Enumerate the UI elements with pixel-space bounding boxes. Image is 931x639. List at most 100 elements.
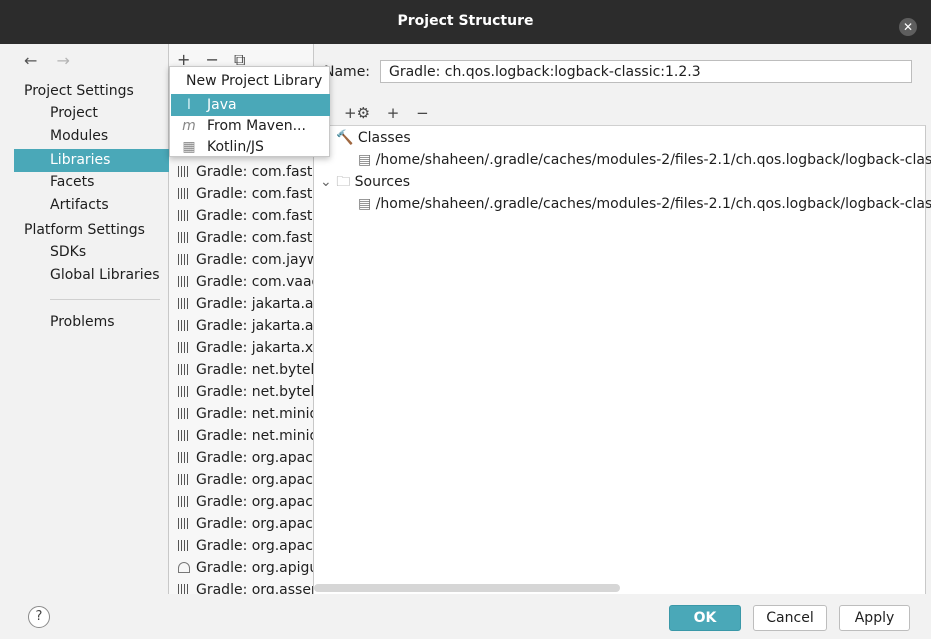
tree-node-label: Sources <box>354 174 411 190</box>
library-label: Gradle: net.minid <box>196 428 314 444</box>
popup-item-kotlin-js[interactable]: ▦ Kotlin/JS <box>171 136 330 158</box>
library-list-item[interactable]: Gradle: jakarta.ar <box>169 315 314 337</box>
library-icon <box>178 298 190 309</box>
library-icon <box>178 518 190 529</box>
library-label: Gradle: net.byteb <box>196 362 314 378</box>
library-list-item[interactable]: Gradle: org.apach <box>169 513 313 535</box>
tree-leaf-label: /home/shaheen/.gradle/caches/modules-2/f… <box>375 152 931 168</box>
forward-arrow-icon[interactable]: → <box>57 51 70 70</box>
ok-button[interactable]: OK <box>669 605 741 631</box>
close-button[interactable]: ✕ <box>899 18 917 36</box>
new-library-popup: New Project Library Ⅰ Java m From Maven...… <box>169 66 330 157</box>
library-label: Gradle: com.vaad <box>196 274 314 290</box>
library-list-item[interactable]: Gradle: com.faste <box>169 227 314 249</box>
library-icon <box>178 562 190 573</box>
window-title: Project Structure <box>397 13 534 29</box>
library-label: Gradle: com.faste <box>196 230 314 246</box>
library-label: Gradle: net.byteb <box>196 384 314 400</box>
horizontal-scrollbar[interactable] <box>314 584 620 592</box>
library-list-item[interactable]: Gradle: com.faste <box>169 161 314 183</box>
add-root-icon[interactable]: + <box>387 104 400 122</box>
library-list-item[interactable]: Gradle: org.apach <box>169 469 313 491</box>
popup-title: New Project Library <box>186 73 323 89</box>
sidebar-item-sdks[interactable]: SDKs <box>14 241 169 264</box>
sidebar-item-modules[interactable]: Modules <box>14 125 169 148</box>
sidebar-item-global-libraries[interactable]: Global Libraries <box>14 264 169 287</box>
library-list-item[interactable]: Gradle: org.apach <box>169 535 314 557</box>
library-list-item[interactable]: Gradle: net.byteb <box>169 359 314 381</box>
cancel-button[interactable]: Cancel <box>753 605 827 631</box>
sidebar-item-project[interactable]: Project <box>14 102 169 125</box>
library-icon <box>178 342 190 353</box>
library-list-item[interactable]: Gradle: net.minid <box>169 403 314 425</box>
library-icon <box>178 320 190 331</box>
java-icon: Ⅰ <box>186 97 192 113</box>
jar-file-icon: ▤ <box>358 152 372 168</box>
hammer-icon: 🔨 <box>336 130 354 146</box>
name-label: Name: <box>324 64 371 80</box>
library-label: Gradle: org.apigu <box>196 560 314 576</box>
sidebar-item-facets[interactable]: Facets <box>14 171 169 194</box>
popup-item-from-maven[interactable]: m From Maven... <box>171 115 330 137</box>
chevron-down-icon[interactable]: ⌄ <box>320 174 332 190</box>
library-list-item[interactable]: Gradle: org.apach <box>169 447 314 469</box>
popup-item-java[interactable]: Ⅰ Java <box>171 94 330 116</box>
library-icon <box>178 584 190 594</box>
maven-icon: m <box>182 118 196 134</box>
sidebar-divider <box>50 299 160 300</box>
library-icon <box>178 188 190 199</box>
tree-node-sources[interactable]: ⌄ 🗀 Sources <box>320 171 410 193</box>
library-label: Gradle: net.minid <box>196 406 314 422</box>
library-list-item[interactable]: Gradle: com.vaad <box>169 271 314 293</box>
tree-leaf-sources-path[interactable]: ▤ /home/shaheen/.gradle/caches/modules-2… <box>358 193 931 215</box>
section-project-settings: Project Settings <box>24 83 134 99</box>
library-icon <box>178 254 190 265</box>
tree-node-classes[interactable]: 🔨 Classes <box>336 127 411 149</box>
library-label: Gradle: jakarta.ar <box>196 318 314 334</box>
library-icon <box>178 364 190 375</box>
library-icon <box>178 408 190 419</box>
apply-button[interactable]: Apply <box>839 605 910 631</box>
library-label: Gradle: com.faste <box>196 186 314 202</box>
library-icon <box>178 232 190 243</box>
library-label: Gradle: org.apach <box>196 538 314 554</box>
popup-item-label: Java <box>207 97 237 113</box>
library-list-item[interactable]: Gradle: jakarta.xr <box>169 337 313 359</box>
library-list-item[interactable]: Gradle: org.apach <box>169 491 314 513</box>
nav-arrows: ← → <box>24 51 84 70</box>
library-label: Gradle: com.faste <box>196 164 314 180</box>
sidebar-item-libraries[interactable]: Libraries <box>14 149 169 172</box>
library-icon <box>178 452 190 463</box>
remove-root-icon[interactable]: − <box>416 104 429 122</box>
name-input[interactable] <box>380 60 912 83</box>
tree-leaf-classes-path[interactable]: ▤ /home/shaheen/.gradle/caches/modules-2… <box>358 149 931 171</box>
library-icon <box>178 166 190 177</box>
section-platform-settings: Platform Settings <box>24 222 145 238</box>
library-list-item[interactable]: Gradle: jakarta.ac <box>169 293 313 315</box>
library-list-item[interactable]: Gradle: com.faste <box>169 183 314 205</box>
library-list-item[interactable]: Gradle: com.faste <box>169 205 313 227</box>
library-list-item[interactable]: Gradle: org.asser <box>169 579 313 594</box>
title-bar: Project Structure ✕ <box>0 0 931 44</box>
library-label: Gradle: org.apach <box>196 450 314 466</box>
library-list-item[interactable]: Gradle: com.jayw <box>169 249 314 271</box>
library-icon <box>178 210 190 221</box>
sidebar-item-artifacts[interactable]: Artifacts <box>14 194 169 217</box>
library-icon <box>178 430 190 441</box>
sidebar-item-problems[interactable]: Problems <box>14 311 169 334</box>
library-list-item[interactable]: Gradle: net.byteb <box>169 381 314 403</box>
library-list-item[interactable]: Gradle: net.minid <box>169 425 314 447</box>
back-arrow-icon[interactable]: ← <box>24 51 37 70</box>
close-icon: ✕ <box>902 20 914 34</box>
library-label: Gradle: org.apach <box>196 494 314 510</box>
tree-node-label: Classes <box>357 130 411 146</box>
library-list-item[interactable]: Gradle: org.apigu <box>169 557 314 579</box>
library-label: Gradle: com.jayw <box>196 252 314 268</box>
add-root-special-icon[interactable]: +⚙ <box>344 104 370 122</box>
jar-file-icon: ▤ <box>358 196 372 212</box>
popup-item-label: Kotlin/JS <box>207 139 264 155</box>
help-button[interactable]: ? <box>28 606 50 628</box>
kotlin-js-icon: ▦ <box>182 139 196 155</box>
dialog-footer: ? OK Cancel Apply <box>0 594 931 639</box>
library-icon <box>178 386 190 397</box>
